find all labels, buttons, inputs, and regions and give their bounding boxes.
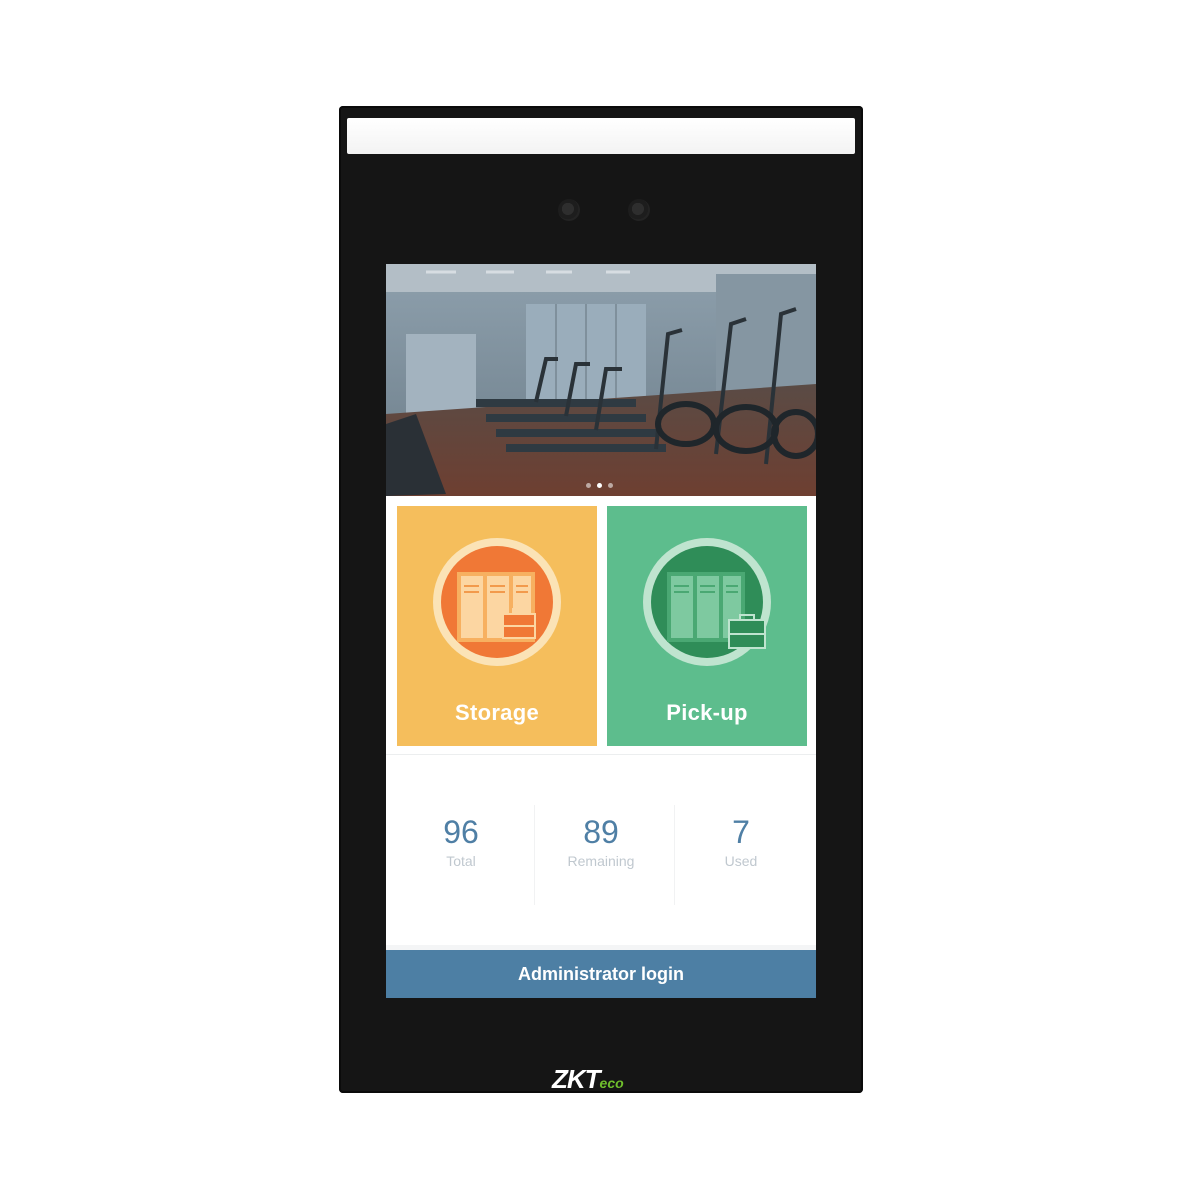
divider (534, 805, 535, 905)
stat-used-label: Used (724, 853, 758, 869)
stat-total: 96 Total (401, 815, 521, 869)
camera-icon (558, 199, 580, 221)
admin-login-button[interactable]: Administrator login (386, 950, 816, 998)
stat-remaining-value: 89 (583, 814, 619, 850)
light-strip (347, 118, 855, 154)
divider (674, 805, 675, 905)
carousel-dot[interactable] (597, 483, 602, 488)
stat-used-value: 7 (732, 814, 750, 850)
stat-remaining: 89 Remaining (541, 815, 661, 869)
stat-total-value: 96 (443, 814, 479, 850)
carousel-dot[interactable] (586, 483, 591, 488)
brand-logo: ZKTeco (552, 1064, 624, 1095)
storage-button[interactable]: Storage (397, 506, 597, 746)
locker-stats: 96 Total 89 Remaining 7 Used (386, 754, 816, 945)
carousel-dots[interactable] (586, 483, 613, 488)
banner-image (386, 264, 816, 496)
locker-storage-icon (433, 538, 561, 666)
touch-screen: Storage Pick-up 96 Total 89 Remaining 7 … (386, 264, 816, 998)
camera-icon (628, 199, 650, 221)
device-frame: Storage Pick-up 96 Total 89 Remaining 7 … (339, 106, 863, 1095)
stat-remaining-label: Remaining (567, 853, 635, 869)
brand-suffix: eco (599, 1075, 624, 1091)
locker-pickup-icon (643, 538, 771, 666)
carousel-dot[interactable] (608, 483, 613, 488)
brand-prefix: ZKT (552, 1064, 601, 1094)
stat-used: 7 Used (681, 815, 801, 869)
pickup-button[interactable]: Pick-up (607, 506, 807, 746)
gym-photo (386, 264, 816, 496)
pickup-label: Pick-up (666, 700, 748, 725)
action-tiles: Storage Pick-up (386, 496, 816, 754)
stat-total-label: Total (446, 853, 476, 869)
storage-label: Storage (454, 700, 539, 725)
